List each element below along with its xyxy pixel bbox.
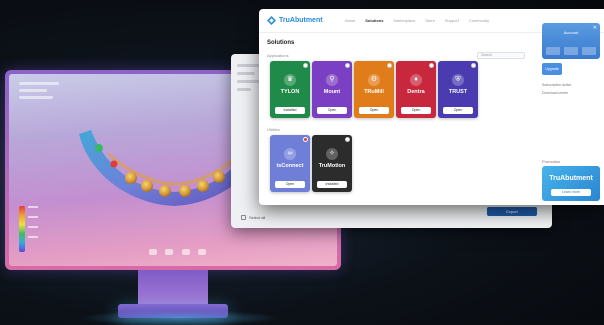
- app-action-button[interactable]: Installed: [275, 107, 305, 114]
- app-card-tsconnect[interactable]: ∞ tsConnect Open: [270, 135, 310, 192]
- app-action-button[interactable]: Installed: [317, 181, 347, 188]
- checkbox-icon: [241, 215, 246, 220]
- view-reset-icon[interactable]: [198, 249, 207, 255]
- view-front-icon[interactable]: [149, 249, 157, 255]
- app-card-tylon[interactable]: ♛ TYLON Installed: [270, 61, 310, 118]
- nav-home[interactable]: Home: [345, 18, 356, 23]
- upgrade-button[interactable]: Upgrade: [542, 63, 562, 75]
- status-badge: [345, 63, 350, 68]
- legend-ticks: [28, 206, 38, 246]
- group-label-applications: Applications: [267, 53, 289, 58]
- app-card-trumill[interactable]: ⚙ TRuMill Open: [354, 61, 394, 118]
- app-action-button[interactable]: Open: [359, 107, 389, 114]
- view-top-icon[interactable]: [165, 249, 174, 255]
- viewer-info: [19, 82, 59, 103]
- app-name: TruMotion: [318, 162, 346, 169]
- solutions-window: TruAbutment Home Solutions Marketplace S…: [259, 9, 604, 205]
- crown-icon: ♛: [284, 73, 296, 86]
- promo-title: TruAbutment: [549, 175, 593, 182]
- export-button[interactable]: Export: [487, 207, 537, 216]
- mount-icon: ⚲: [326, 73, 338, 86]
- tooth-icon: ♦: [410, 73, 422, 86]
- brand-name: TruAbutment: [279, 17, 323, 24]
- app-name: TYLON: [280, 88, 300, 95]
- app-card-trust[interactable]: ⛨ TRUST Open: [438, 61, 478, 118]
- app-name: TRUST: [448, 88, 468, 95]
- status-badge: [303, 63, 308, 68]
- group-label-utilities: Utilities: [267, 127, 280, 132]
- app-action-button[interactable]: Open: [317, 107, 347, 114]
- card-body: ⛨ TRUST: [438, 61, 478, 107]
- select-all-checkbox[interactable]: Select all: [241, 215, 265, 220]
- status-badge: [387, 63, 392, 68]
- notification-badge: [303, 137, 308, 142]
- subscription-link[interactable]: Subscription active: [542, 83, 600, 87]
- nav-solutions[interactable]: Solutions: [365, 18, 383, 23]
- top-nav: Home Solutions Marketplace Store Support…: [345, 18, 490, 23]
- card-body: ♛ TYLON: [270, 61, 310, 107]
- app-name: Mount: [323, 88, 341, 95]
- card-body: ⚲ Mount: [312, 61, 352, 107]
- app-card-dentra[interactable]: ♦ Dentra Open: [396, 61, 436, 118]
- app-card-mount[interactable]: ⚲ Mount Open: [312, 61, 352, 118]
- view-side-icon[interactable]: [181, 249, 190, 255]
- account-panel: ✕ Account Upgrade Subscription active Do…: [542, 23, 600, 203]
- back-sidebar: [237, 64, 261, 96]
- app-name: tsConnect: [276, 162, 304, 169]
- search-input[interactable]: Search: [477, 52, 525, 59]
- deviation-color-legend: [19, 206, 25, 252]
- app-action-button[interactable]: Open: [401, 107, 431, 114]
- card-body: ✧ TruMotion: [312, 135, 352, 181]
- account-title: Account: [563, 30, 579, 35]
- app-name: TRuMill: [364, 88, 384, 95]
- mill-icon: ⚙: [368, 73, 380, 86]
- nav-marketplace[interactable]: Marketplace: [393, 18, 415, 23]
- app-action-button[interactable]: Open: [443, 107, 473, 114]
- floor-glow: [80, 310, 280, 325]
- app-name: Dentra: [407, 88, 425, 95]
- link-icon: ∞: [284, 147, 296, 160]
- brand-logo-icon: [267, 16, 276, 25]
- app-action-button[interactable]: Open: [275, 181, 305, 188]
- status-badge: [471, 63, 476, 68]
- card-body: ∞ tsConnect: [270, 135, 310, 181]
- motion-icon: ✧: [326, 147, 338, 160]
- account-card: ✕ Account: [542, 23, 600, 59]
- promotion-label: Promotion: [542, 159, 561, 164]
- card-body: ♦ Dentra: [396, 61, 436, 107]
- brand[interactable]: TruAbutment: [267, 16, 323, 25]
- promo-banner[interactable]: TruAbutment Learn more: [542, 166, 600, 201]
- nav-store[interactable]: Store: [425, 18, 435, 23]
- download-link[interactable]: Download center: [542, 91, 600, 95]
- monitor-stand: [138, 270, 208, 306]
- viewer-toolbar: [149, 242, 210, 260]
- page-title: Solutions: [267, 40, 295, 46]
- account-links: Subscription active Download center: [542, 83, 600, 95]
- select-all-label: Select all: [249, 215, 266, 220]
- nav-support[interactable]: Support: [445, 18, 459, 23]
- shield-icon: ⛨: [452, 73, 464, 86]
- status-badge: [345, 137, 350, 142]
- app-card-trumotion[interactable]: ✧ TruMotion Installed: [312, 135, 352, 192]
- status-badge: [429, 63, 434, 68]
- card-body: ⚙ TRuMill: [354, 61, 394, 107]
- nav-community[interactable]: Community: [469, 18, 489, 23]
- promo-learn-more-button[interactable]: Learn more: [551, 189, 591, 196]
- account-stats: [546, 47, 596, 55]
